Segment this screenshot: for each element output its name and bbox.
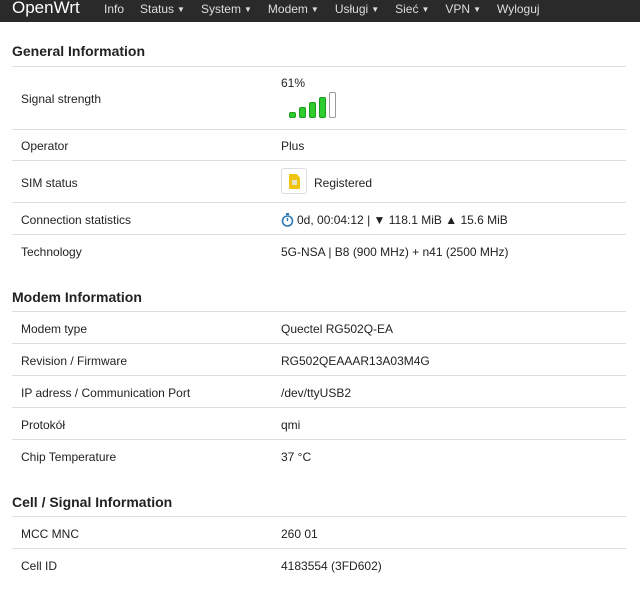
chevron-down-icon: ▼ [371,5,380,14]
divider [12,202,626,203]
divider [12,160,626,161]
operator-label: Operator [21,139,69,153]
communication-port-label: IP adress / Communication Port [21,386,191,400]
divider [12,129,626,130]
mcc-mnc-label: MCC MNC [21,527,79,541]
signal-bars-icon [289,92,339,118]
operator-value: Plus [281,139,305,153]
upload-value: ▲ 15.6 MiB [445,213,508,227]
divider [12,234,626,235]
nav-item-system[interactable]: System ▼ [201,0,252,22]
firmware-value: RG502QEAAAR13A03M4G [281,354,430,368]
signal-bar [299,107,306,118]
cell-id-value: 4183554 (3FD602) [281,559,382,573]
signal-bar [319,97,326,118]
divider [12,343,626,344]
signal-bar [289,112,296,118]
nav-item-sie-[interactable]: Sieć ▼ [395,0,429,22]
chevron-down-icon: ▼ [177,5,185,14]
chip-temperature-value: 37 °C [281,450,312,464]
modem-type-label: Modem type [21,322,88,336]
chevron-down-icon: ▼ [310,5,319,14]
communication-port-value: /dev/ttyUSB2 [281,386,352,400]
modem-type-value: Quectel RG502Q-EA [281,322,394,336]
divider [12,375,626,376]
sim-card-icon [281,168,307,194]
signal-bar [309,102,316,118]
divider [12,439,626,440]
divider [12,311,626,312]
chevron-down-icon: ▼ [473,5,481,14]
sim-status-label: SIM status [21,176,78,190]
connection-statistics-label: Connection statistics [21,213,132,227]
divider [12,407,626,408]
connection-statistics-value: 0d, 00:04:12 | ▼ 118.1 MiB ▲ 15.6 MiB [297,213,508,227]
nav-item-us-ugi[interactable]: Usługi ▼ [335,0,379,22]
signal-strength-label: Signal strength [21,92,102,106]
nav-item-status[interactable]: Status ▼ [140,0,185,22]
nav-item-vpn[interactable]: VPN ▼ [445,0,481,22]
mcc-mnc-value: 260 01 [281,527,318,541]
nav-item-wyloguj[interactable]: Wyloguj [497,0,540,22]
main-menu: Info Status ▼ System ▼ Modem ▼ Usługi ▼ Sieć ▼ VPN ▼… [104,0,556,22]
signal-bar [329,92,336,118]
protocol-label: Protokół [21,418,66,432]
chip-temperature-label: Chip Temperature [21,450,117,464]
technology-label: Technology [21,245,82,259]
uptime-value: 0d, 00:04:12 [297,213,364,227]
section-title-general: General Information [12,43,146,59]
cell-id-label: Cell ID [21,559,58,573]
section-title-modem: Modem Information [12,289,142,305]
signal-strength-value: 61% [281,76,306,90]
section-title-cell: Cell / Signal Information [12,494,173,510]
download-value: ▼ 118.1 MiB [373,213,442,227]
divider [12,548,626,549]
divider [12,66,626,67]
stopwatch-icon [281,213,294,227]
technology-value: 5G-NSA | B8 (900 MHz) + n41 (2500 MHz) [281,245,509,259]
protocol-value: qmi [281,418,301,432]
nav-item-info[interactable]: Info [104,0,124,22]
top-navbar: OpenWrt Info Status ▼ System ▼ Modem ▼ Usługi ▼ S… [0,0,640,22]
divider [12,516,626,517]
chevron-down-icon: ▼ [243,5,252,14]
sim-status-value: Registered [314,176,373,190]
chevron-down-icon: ▼ [421,5,430,14]
firmware-label: Revision / Firmware [21,354,128,368]
brand-logo[interactable]: OpenWrt [12,0,80,18]
nav-item-modem[interactable]: Modem ▼ [268,0,319,22]
